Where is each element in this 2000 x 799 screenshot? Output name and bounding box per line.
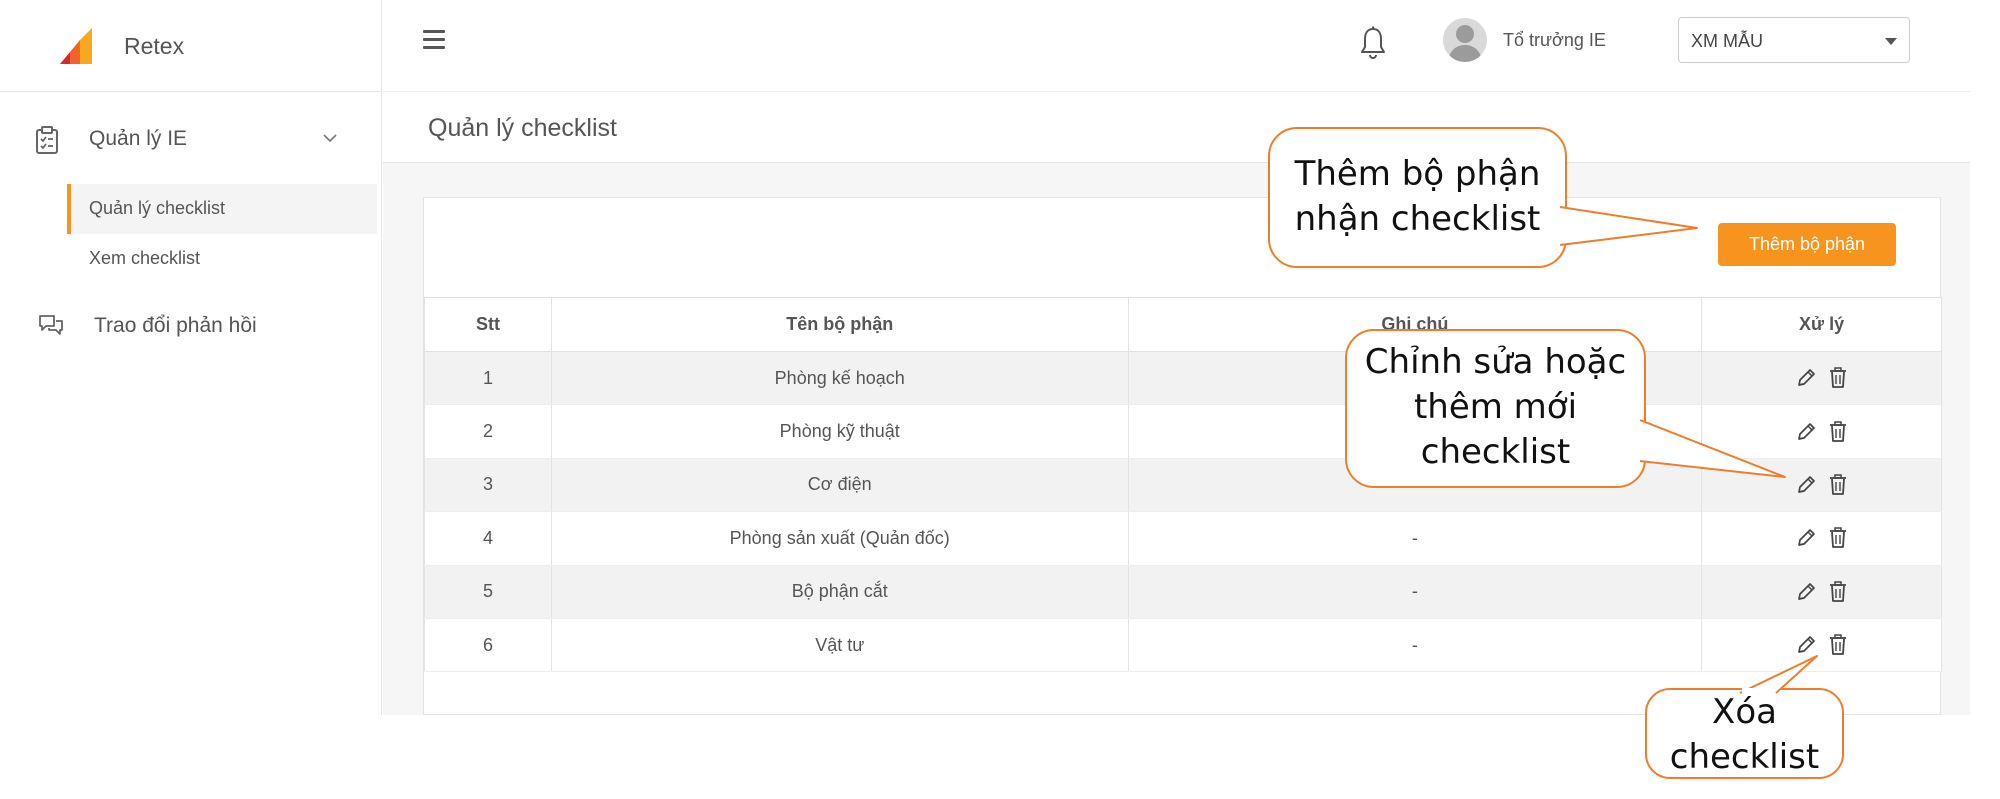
sidebar-group-label: Quản lý IE [89,127,188,150]
delete-trash-icon[interactable] [1827,633,1849,657]
sidebar-item-trao-doi-phan-hoi[interactable]: Trao đổi phản hồi [30,308,350,344]
cell-actions [1701,511,1942,566]
edit-pencil-icon[interactable] [1795,420,1817,444]
callout-line: nhận checklist [1294,199,1541,239]
cell-actions [1701,351,1942,406]
callout-line: Xóa [1712,692,1777,732]
delete-trash-icon[interactable] [1827,526,1849,550]
delete-trash-icon[interactable] [1827,366,1849,390]
cell-actions [1701,618,1942,673]
cell-stt: 4 [424,511,552,566]
cell-department-name: Cơ điện [550,458,1129,513]
cell-stt: 3 [424,458,552,513]
cell-department-name: Bộ phận cắt [550,565,1129,619]
column-header-name: Tên bộ phận [550,297,1129,352]
cell-stt: 6 [424,618,552,673]
page-header: Quản lý checklist [383,93,1970,163]
callout-line: thêm mới [1413,387,1578,427]
user-name: Tổ trưởng IE [1503,30,1606,50]
hamburger-icon[interactable] [423,30,449,52]
table-row: 2 Phòng kỹ thuật [424,404,1942,459]
app-name: Retex [124,33,185,59]
callout-add-text: Thêm bộ phận nhận checklist [1269,152,1566,242]
cell-note: - [1127,618,1703,673]
table-body: 1 Phòng kế hoạch 2 Phòng kỹ thuật 3 Cơ điện 4 P… [424,351,1942,673]
sidebar-group-quan-ly-ie[interactable]: Quản lý IE [30,122,350,158]
cell-department-name: Vật tư [550,618,1129,673]
add-department-button[interactable]: Thêm bộ phận [1718,223,1896,266]
cell-actions [1701,565,1942,619]
edit-pencil-icon[interactable] [1795,366,1817,390]
callout-line: Thêm bộ phận [1294,154,1541,194]
cell-actions [1701,458,1942,513]
cell-stt: 1 [424,351,552,406]
factory-select-value: XM MẪU [1691,31,1763,51]
clipboard-check-icon [36,126,58,154]
sidebar-item-quan-ly-checklist[interactable]: Quản lý checklist [67,184,377,234]
callout-edit-text: Chỉnh sửa hoặc thêm mới checklist [1346,340,1645,475]
edit-pencil-icon[interactable] [1795,580,1817,604]
table-row: 1 Phòng kế hoạch [424,351,1942,406]
department-card: Thêm bộ phận Stt Tên bộ phận Ghi chú Xử … [423,197,1942,715]
edit-pencil-icon[interactable] [1795,526,1817,550]
user-menu[interactable]: Tổ trưởng IE [1443,18,1701,62]
chevron-down-icon[interactable] [320,128,340,148]
column-header-action: Xử lý [1701,297,1942,352]
main-content: Quản lý checklist Thêm bộ phận Stt Tên b… [383,93,1970,715]
delete-trash-icon[interactable] [1827,473,1849,497]
callout-line: checklist [1669,737,1820,777]
cell-department-name: Phòng sản xuất (Quản đốc) [550,511,1129,566]
department-table: Stt Tên bộ phận Ghi chú Xử lý 1 Phòng kế … [424,297,1942,673]
table-row: 6 Vật tư - [424,618,1942,673]
edit-pencil-icon[interactable] [1795,473,1817,497]
bell-icon[interactable] [1358,26,1388,60]
sidebar-item-label: Trao đổi phản hồi [94,314,257,337]
cell-note: - [1127,511,1703,566]
table-row: 3 Cơ điện [424,458,1942,513]
brand[interactable]: Retex [0,0,382,92]
callout-line: checklist [1420,432,1571,472]
table-header-row: Stt Tên bộ phận Ghi chú Xử lý [424,297,1942,352]
top-header: Tổ trưởng IE XM MẪU [383,0,1970,92]
table-row: 4 Phòng sản xuất (Quản đốc) - [424,511,1942,566]
cell-actions [1701,404,1942,459]
factory-select[interactable]: XM MẪU [1678,17,1910,63]
retex-logo [60,28,92,64]
cell-note: - [1127,565,1703,619]
sidebar-item-label: Xem checklist [89,248,201,268]
delete-trash-icon[interactable] [1827,420,1849,444]
cell-stt: 2 [424,404,552,459]
sidebar: Retex Quản lý IE Quản lý checklist Xem c… [0,0,382,715]
sidebar-item-label: Quản lý checklist [89,198,226,218]
avatar [1443,18,1487,62]
delete-trash-icon[interactable] [1827,580,1849,604]
edit-pencil-icon[interactable] [1795,633,1817,657]
chat-bubbles-icon [39,315,63,335]
cell-department-name: Phòng kế hoạch [550,351,1129,406]
cell-department-name: Phòng kỹ thuật [550,404,1129,459]
cell-stt: 5 [424,565,552,619]
page-title: Quản lý checklist [428,114,617,142]
callout-line: Chỉnh sửa hoặc [1364,342,1627,382]
caret-down-icon [1885,38,1897,45]
table-row: 5 Bộ phận cắt - [424,565,1942,619]
callout-delete-text: Xóa checklist [1646,690,1843,780]
sidebar-item-xem-checklist[interactable]: Xem checklist [67,234,377,284]
column-header-stt: Stt [424,297,552,352]
